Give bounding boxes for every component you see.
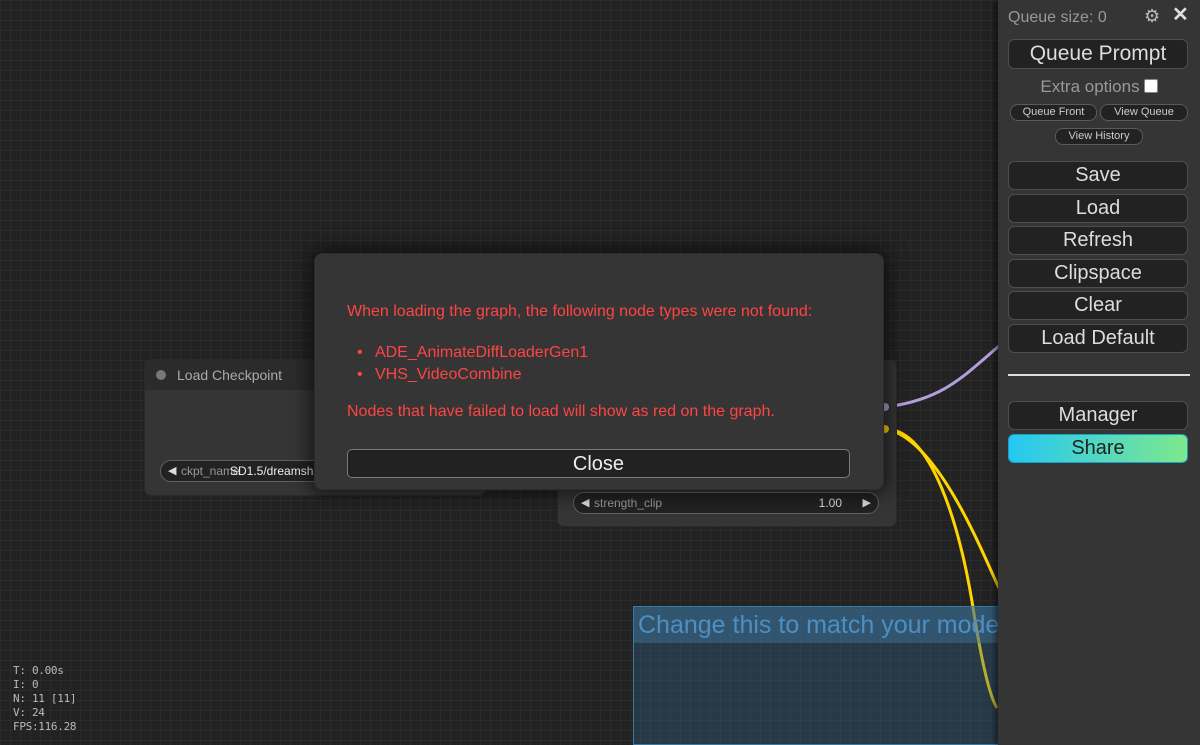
gear-icon[interactable]: ⚙ xyxy=(1144,7,1162,25)
side-menu: Queue size: 0 ⚙ ✕ Queue Prompt Extra opt… xyxy=(998,0,1200,745)
stat-fps: FPS:116.28 xyxy=(13,720,77,733)
missing-nodes-dialog: When loading the graph, the following no… xyxy=(315,254,883,489)
stat-time: T: 0.00s xyxy=(13,664,64,677)
extra-options-label: Extra options xyxy=(1040,77,1140,96)
queue-prompt-button[interactable]: Queue Prompt xyxy=(1008,39,1188,69)
stat-i: I: 0 xyxy=(13,678,39,691)
manager-button[interactable]: Manager xyxy=(1008,401,1188,430)
arrow-left-icon[interactable]: ◀ xyxy=(168,461,176,481)
dialog-message: When loading the graph, the following no… xyxy=(347,303,813,320)
clip-link-2 xyxy=(885,427,1002,591)
collapse-dot-icon[interactable] xyxy=(156,370,166,380)
extra-options-checkbox[interactable] xyxy=(1143,79,1158,93)
arrow-left-icon[interactable]: ◀ xyxy=(581,493,589,513)
extra-options-row: Extra options xyxy=(998,77,1200,97)
stat-v: V: 24 xyxy=(13,706,45,719)
queue-front-button[interactable]: Queue Front xyxy=(1010,104,1097,121)
stat-nodes: N: 11 [11] xyxy=(13,692,77,705)
widget-value: 1.00 xyxy=(818,496,842,510)
save-button[interactable]: Save xyxy=(1008,161,1188,190)
close-button[interactable]: Close xyxy=(347,449,850,478)
widget-label: strength_clip xyxy=(594,496,663,510)
clipspace-button[interactable]: Clipspace xyxy=(1008,259,1188,288)
dialog-footer: Nodes that have failed to load will show… xyxy=(347,403,775,420)
missing-node-item: ADE_AnimateDiffLoaderGen1 xyxy=(357,342,588,364)
view-queue-button[interactable]: View Queue xyxy=(1100,104,1188,121)
load-button[interactable]: Load xyxy=(1008,194,1188,223)
menu-divider xyxy=(1008,374,1190,376)
share-button[interactable]: Share xyxy=(1008,434,1188,463)
refresh-button[interactable]: Refresh xyxy=(1008,226,1188,255)
clear-button[interactable]: Clear xyxy=(1008,291,1188,320)
missing-nodes-list: ADE_AnimateDiffLoaderGen1 VHS_VideoCombi… xyxy=(347,342,588,386)
widget-value: SD1.5/dreamsh xyxy=(230,464,314,478)
render-stats: T: 0.00s I: 0 N: 11 [11] V: 24 FPS:116.2… xyxy=(13,664,77,734)
model-group[interactable]: Change this to match your model xyxy=(633,606,1000,745)
queue-size-label: Queue size: 0 xyxy=(1008,9,1107,26)
arrow-right-icon[interactable]: ▶ xyxy=(863,493,871,513)
missing-node-item: VHS_VideoCombine xyxy=(357,364,588,386)
strength-clip-slider[interactable]: ◀ strength_clip 1.00 ▶ xyxy=(573,492,879,514)
load-default-button[interactable]: Load Default xyxy=(1008,324,1188,353)
model-link xyxy=(885,343,1001,409)
node-title-label: Load Checkpoint xyxy=(177,367,283,383)
close-icon[interactable]: ✕ xyxy=(1172,5,1189,25)
group-title: Change this to match your model xyxy=(634,607,999,643)
view-history-button[interactable]: View History xyxy=(1055,128,1143,145)
